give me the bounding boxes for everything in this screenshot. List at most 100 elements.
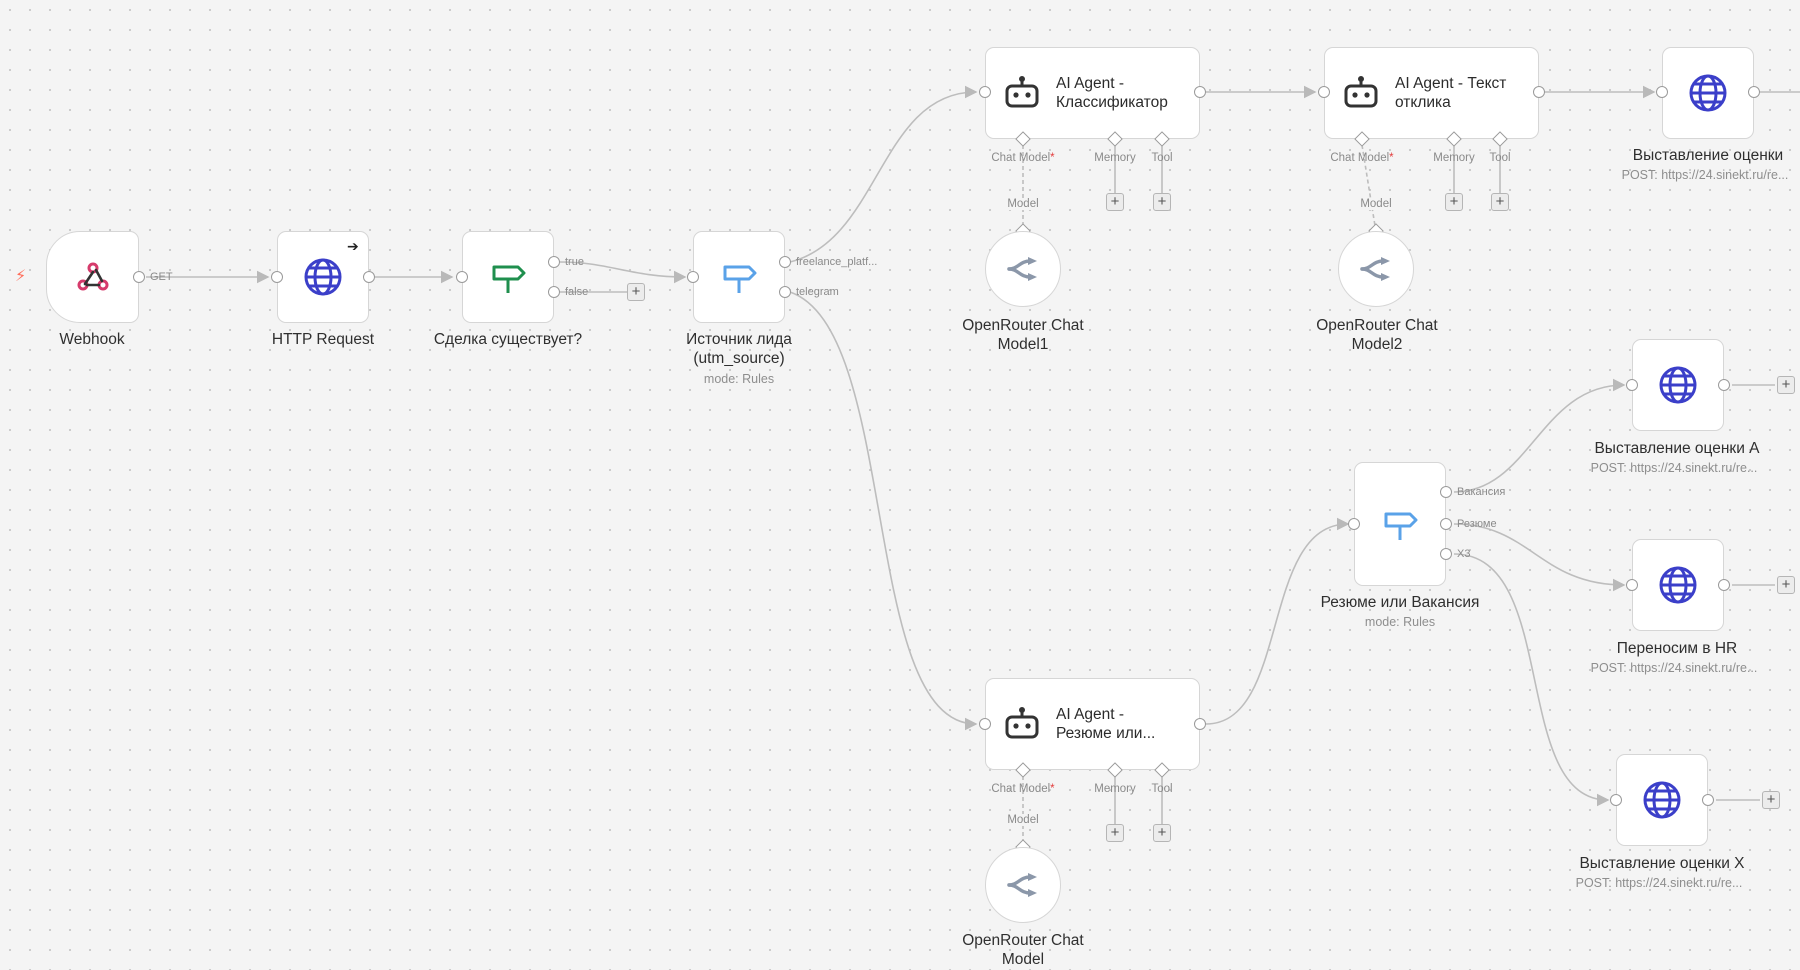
add-node-button[interactable]: + bbox=[1777, 576, 1795, 594]
router-vacancy-handle[interactable] bbox=[1440, 486, 1452, 498]
router-resume-handle[interactable] bbox=[1440, 518, 1452, 530]
openrouter-label-2: Model bbox=[1001, 951, 1045, 968]
source-freelance-handle[interactable] bbox=[779, 256, 791, 268]
source-input-handle[interactable] bbox=[687, 271, 699, 283]
resume-agent-output-handle[interactable] bbox=[1194, 718, 1206, 730]
resume-agent-model-link-label: Model bbox=[1007, 814, 1039, 826]
resume-or-vacancy-mode: mode: Rules bbox=[1364, 615, 1436, 629]
robot-icon bbox=[1004, 707, 1040, 741]
http-output-handle[interactable] bbox=[363, 271, 375, 283]
agent-classifier-title-2: Классификатор bbox=[1056, 94, 1168, 111]
deal-false-handle[interactable] bbox=[548, 286, 560, 298]
rating-x-node[interactable] bbox=[1616, 754, 1708, 846]
classifier-model-link-label: Model bbox=[1007, 198, 1039, 210]
hr-output-handle[interactable] bbox=[1718, 579, 1730, 591]
rating-a-node[interactable] bbox=[1632, 339, 1724, 431]
openrouter2-node[interactable] bbox=[1338, 231, 1414, 307]
router-resume-label: Резюме bbox=[1457, 518, 1497, 530]
lead-source-label-1: Источник лида bbox=[686, 331, 792, 348]
signpost-icon bbox=[719, 257, 759, 297]
classifier-input-handle[interactable] bbox=[979, 86, 991, 98]
edge-source-classifier bbox=[789, 85, 978, 263]
resume-or-vacancy-node[interactable] bbox=[1354, 462, 1446, 586]
agent-reply-node[interactable]: AI Agent - Текст отклика bbox=[1324, 47, 1539, 139]
add-memory-button[interactable]: + bbox=[1445, 193, 1463, 211]
rating-x-output-handle[interactable] bbox=[1702, 794, 1714, 806]
add-node-button[interactable]: + bbox=[1777, 376, 1795, 394]
webhook-icon bbox=[75, 259, 111, 295]
lead-source-label-2: (utm_source) bbox=[693, 350, 785, 367]
rating-node[interactable] bbox=[1662, 47, 1754, 139]
openrouter-icon bbox=[1006, 257, 1040, 281]
edge-resume-agent-router bbox=[1205, 517, 1350, 725]
agent-resume-title-1: AI Agent - bbox=[1056, 706, 1125, 723]
add-node-button[interactable]: + bbox=[1762, 791, 1780, 809]
resume-agent-tool-label: Tool bbox=[1151, 783, 1173, 795]
add-tool-button[interactable]: + bbox=[1153, 824, 1171, 842]
agent-classifier-node[interactable]: AI Agent - Классификатор bbox=[985, 47, 1200, 139]
rating-output-handle[interactable] bbox=[1748, 86, 1760, 98]
pinned-arrow-icon: ➔ bbox=[347, 238, 359, 254]
classifier-output-handle[interactable] bbox=[1194, 86, 1206, 98]
reply-tool-label: Tool bbox=[1489, 152, 1511, 164]
rating-x-input-handle[interactable] bbox=[1610, 794, 1622, 806]
add-memory-button[interactable]: + bbox=[1106, 824, 1124, 842]
reply-model-link-label: Model bbox=[1360, 198, 1392, 210]
edge-x3-rating-x bbox=[1453, 553, 1610, 807]
edge-source-resume-agent bbox=[789, 291, 978, 731]
trigger-bolt-icon: ⚡ bbox=[15, 268, 27, 285]
globe-icon bbox=[1688, 73, 1728, 113]
globe-icon bbox=[1658, 565, 1698, 605]
webhook-output-label: GET bbox=[150, 271, 173, 283]
deal-exists-label: Сделка существует? bbox=[433, 331, 583, 348]
agent-reply-title-1: AI Agent - Текст bbox=[1395, 75, 1507, 92]
rating-a-label: Выставление оценки А bbox=[1594, 440, 1760, 457]
to-hr-node[interactable] bbox=[1632, 539, 1724, 631]
agent-resume-title-2: Резюме или... bbox=[1056, 725, 1156, 742]
add-tool-button[interactable]: + bbox=[1491, 193, 1509, 211]
deal-true-handle[interactable] bbox=[548, 256, 560, 268]
rating-a-output-handle[interactable] bbox=[1718, 379, 1730, 391]
agent-reply-title-2: отклика bbox=[1395, 94, 1451, 111]
resume-agent-memory-label: Memory bbox=[1094, 783, 1136, 795]
reply-input-handle[interactable] bbox=[1318, 86, 1330, 98]
reply-output-handle[interactable] bbox=[1533, 86, 1545, 98]
source-telegram-handle[interactable] bbox=[779, 286, 791, 298]
rating-a-input-handle[interactable] bbox=[1626, 379, 1638, 391]
webhook-node[interactable] bbox=[46, 231, 139, 323]
rating-input-handle[interactable] bbox=[1656, 86, 1668, 98]
openrouter1-label-2: Model1 bbox=[997, 336, 1049, 353]
globe-icon bbox=[303, 257, 343, 297]
deal-input-handle[interactable] bbox=[456, 271, 468, 283]
openrouter-node[interactable] bbox=[985, 847, 1061, 923]
source-telegram-label: telegram bbox=[796, 286, 839, 298]
add-node-button[interactable]: + bbox=[627, 283, 645, 301]
router-x3-handle[interactable] bbox=[1440, 548, 1452, 560]
workflow-canvas[interactable]: ⚡ GET Webhook ➔ HTTP Request true false … bbox=[0, 0, 1800, 970]
router-x3-label: Х3 bbox=[1457, 548, 1471, 560]
webhook-output-handle[interactable] bbox=[133, 271, 145, 283]
hr-input-handle[interactable] bbox=[1626, 579, 1638, 591]
rating-label: Выставление оценки bbox=[1632, 147, 1784, 164]
robot-icon bbox=[1004, 76, 1040, 110]
add-tool-button[interactable]: + bbox=[1153, 193, 1171, 211]
rating-a-subtitle: POST: https://24.sinekt.ru/re... bbox=[1590, 461, 1758, 475]
add-memory-button[interactable]: + bbox=[1106, 193, 1124, 211]
openrouter-icon bbox=[1006, 873, 1040, 897]
deal-exists-node[interactable] bbox=[462, 231, 554, 323]
reply-memory-label: Memory bbox=[1433, 152, 1475, 164]
to-hr-label: Переносим в HR bbox=[1616, 640, 1738, 657]
rating-x-subtitle: POST: https://24.sinekt.ru/re... bbox=[1575, 876, 1743, 890]
lead-source-node[interactable] bbox=[693, 231, 785, 323]
reply-chat-model-label: Chat Model* bbox=[1330, 152, 1394, 164]
openrouter2-label-2: Model2 bbox=[1351, 336, 1403, 353]
openrouter1-node[interactable] bbox=[985, 231, 1061, 307]
resume-agent-chat-model-label: Chat Model* bbox=[991, 783, 1055, 795]
classifier-chat-model-label: Chat Model* bbox=[991, 152, 1055, 164]
agent-resume-node[interactable]: AI Agent - Резюме или... bbox=[985, 678, 1200, 770]
rating-x-label: Выставление оценки Х bbox=[1579, 855, 1745, 872]
router-input-handle[interactable] bbox=[1348, 518, 1360, 530]
globe-icon bbox=[1642, 780, 1682, 820]
resume-agent-input-handle[interactable] bbox=[979, 718, 991, 730]
http-input-handle[interactable] bbox=[271, 271, 283, 283]
